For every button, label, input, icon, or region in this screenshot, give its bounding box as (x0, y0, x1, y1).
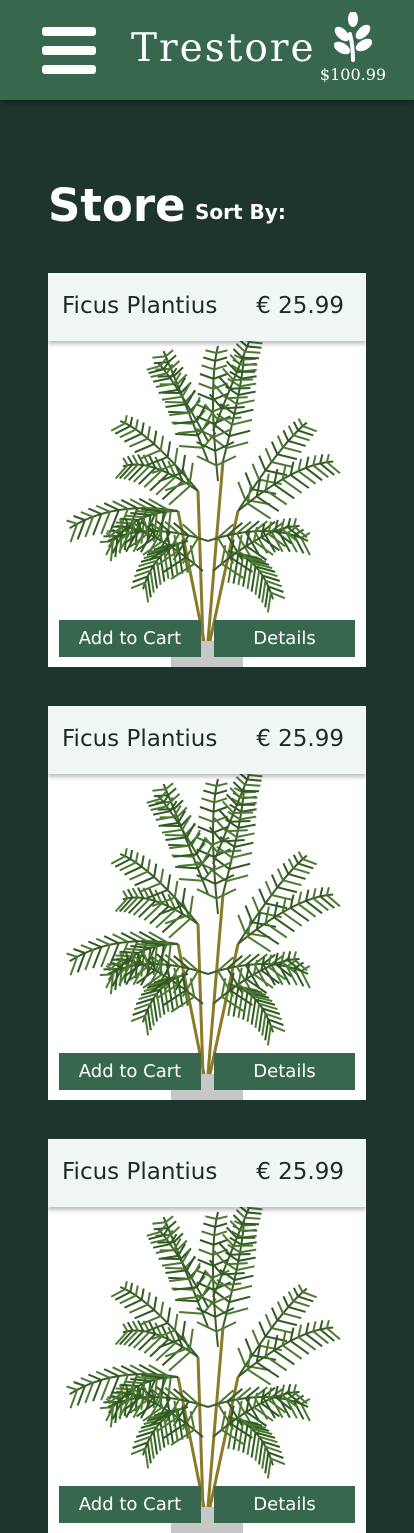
product-card: Ficus Plantius € 25.99 Add to Cart Details (48, 273, 366, 667)
cart-total: $100.99 (318, 65, 388, 84)
product-card-header: Ficus Plantius € 25.99 (48, 273, 366, 341)
details-button[interactable]: Details (214, 620, 355, 657)
details-button[interactable]: Details (214, 1486, 355, 1523)
product-name: Ficus Plantius (62, 1159, 217, 1185)
leaf-icon (334, 12, 372, 62)
add-to-cart-button[interactable]: Add to Cart (59, 1486, 201, 1523)
product-name: Ficus Plantius (62, 726, 217, 752)
product-card-header: Ficus Plantius € 25.99 (48, 706, 366, 774)
brand-logo[interactable]: Trestore (131, 26, 316, 71)
hamburger-menu-icon[interactable] (42, 26, 96, 76)
sort-by-control[interactable]: Sort By: (195, 200, 286, 224)
palm-plant-image (48, 1207, 366, 1533)
product-price: € 25.99 (256, 726, 344, 752)
app-header: Trestore $100.99 (0, 0, 414, 100)
product-price: € 25.99 (256, 293, 344, 319)
product-name: Ficus Plantius (62, 293, 217, 319)
palm-plant-image (48, 774, 366, 1100)
product-card: Ficus Plantius € 25.99 Add to Cart Details (48, 706, 366, 1100)
palm-plant-image (48, 341, 366, 667)
details-button[interactable]: Details (214, 1053, 355, 1090)
product-card-header: Ficus Plantius € 25.99 (48, 1139, 366, 1207)
add-to-cart-button[interactable]: Add to Cart (59, 620, 201, 657)
product-price: € 25.99 (256, 1159, 344, 1185)
product-card: Ficus Plantius € 25.99 Add to Cart Details (48, 1139, 366, 1533)
add-to-cart-button[interactable]: Add to Cart (59, 1053, 201, 1090)
page-title: Store (48, 178, 186, 233)
cart-button[interactable]: $100.99 (318, 12, 388, 88)
